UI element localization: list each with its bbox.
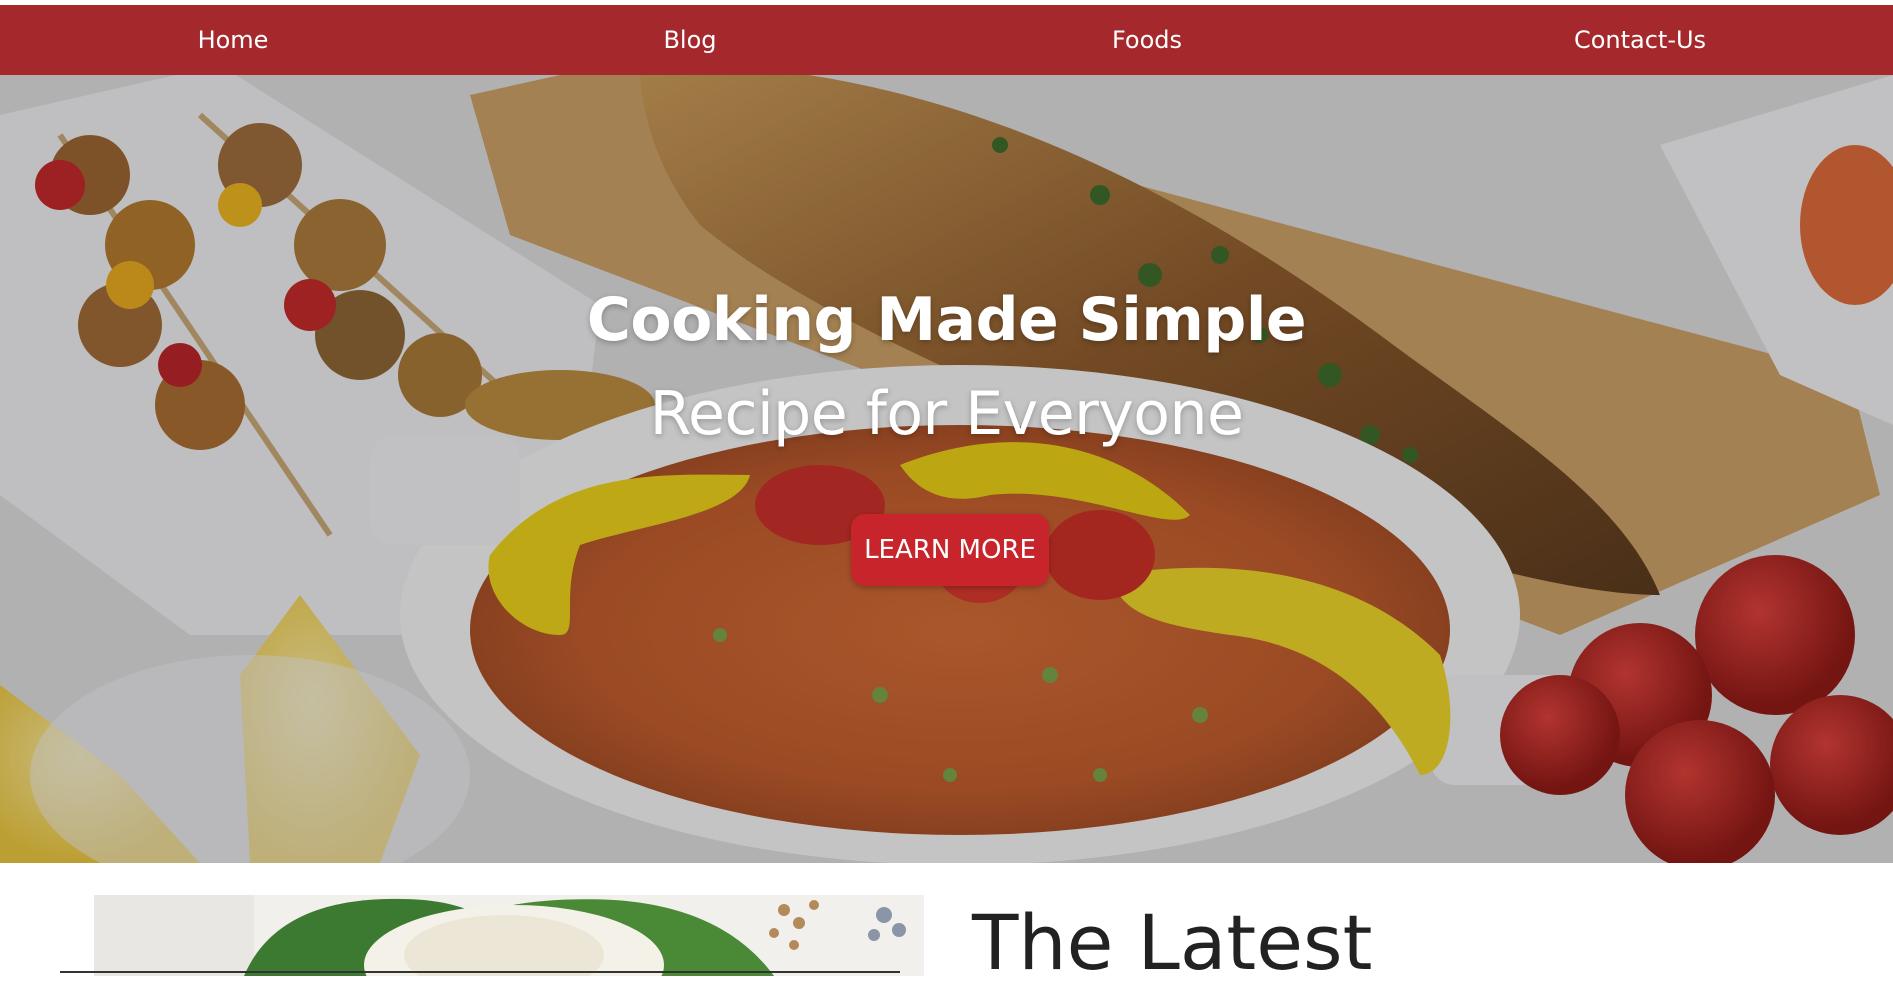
nav-blog[interactable]: Blog (663, 5, 716, 75)
hero-subtitle: Recipe for Everyone (649, 379, 1244, 449)
rice-dish-image (94, 895, 924, 976)
learn-more-button[interactable]: LEARN MORE (851, 514, 1049, 586)
latest-section-title: The Latest (972, 898, 1373, 987)
hero-dark-overlay (0, 75, 1893, 863)
nav-home[interactable]: Home (198, 5, 269, 75)
nav-contact-us[interactable]: Contact-Us (1574, 5, 1706, 75)
hero-banner: Cooking Made Simple Recipe for Everyone … (0, 75, 1893, 863)
main-navbar: Home Blog Foods Contact-Us (0, 5, 1893, 75)
section-divider (60, 971, 900, 973)
hero-title: Cooking Made Simple (586, 285, 1307, 355)
nav-foods[interactable]: Foods (1112, 5, 1182, 75)
latest-post-image[interactable] (94, 895, 924, 976)
